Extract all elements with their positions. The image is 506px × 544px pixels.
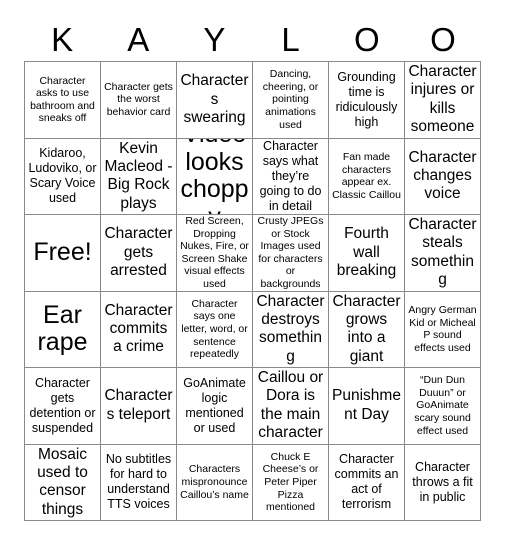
bingo-cell[interactable]: No subtitles for hard to understand TTS …	[101, 444, 177, 521]
bingo-cell-label: Angry German Kid or Micheal P sound effe…	[408, 304, 477, 354]
bingo-cell-label: No subtitles for hard to understand TTS …	[105, 452, 172, 512]
bingo-cell[interactable]: Kevin Macleod - Big Rock plays	[101, 138, 177, 215]
bingo-cell-label: Fan made characters appear ex. Classic C…	[332, 151, 401, 201]
bingo-cell-label: Caillou or Dora is the main character	[257, 369, 324, 442]
bingo-header-letter-4: O	[353, 21, 380, 58]
bingo-cell[interactable]: Chuck E Cheese’s or Peter Piper Pizza me…	[253, 444, 329, 521]
bingo-cell[interactable]: Character gets arrested	[101, 215, 177, 292]
bingo-header-letter-1: A	[127, 21, 150, 58]
bingo-cell[interactable]: Character says one letter, word, or sent…	[177, 291, 253, 368]
bingo-cell-label: Crusty JPEGs or Stock Images used for ch…	[257, 215, 324, 290]
bingo-cell[interactable]: Character commits an act of terrorism	[329, 444, 405, 521]
bingo-cell[interactable]: “Dun Dun Duuun” or GoAnimate scary sound…	[405, 368, 481, 445]
bingo-cell-label: Characters mispronounce Caillou’s name	[180, 463, 249, 501]
bingo-cell[interactable]: Ear rape	[25, 291, 101, 368]
bingo-cell[interactable]: Character grows into a giant	[329, 291, 405, 368]
bingo-cell-label: Character commits a crime	[104, 301, 173, 356]
bingo-cell[interactable]: Punishment Day	[329, 368, 405, 445]
bingo-cell-label: GoAnimate logic mentioned or used	[183, 375, 246, 435]
bingo-cell[interactable]: Mosaic used to censor things	[25, 444, 101, 521]
bingo-cell-label: Kidaroo, Ludoviko, or Scary Voice used	[28, 146, 97, 206]
bingo-cell[interactable]: Fan made characters appear ex. Classic C…	[329, 138, 405, 215]
bingo-cell-label: Character gets detention or suspended	[29, 375, 96, 435]
bingo-cell-label: Character injures or kills someone	[408, 63, 477, 136]
bingo-cell-label: Dancing, cheering, or pointing animation…	[262, 68, 319, 131]
bingo-cell[interactable]: Red Screen, Dropping Nukes, Fire, or Scr…	[177, 215, 253, 292]
bingo-cell-label: Character commits an act of terrorism	[334, 452, 399, 512]
bingo-cell-label: Kevin Macleod - Big Rock plays	[104, 139, 173, 212]
bingo-grid: Character asks to use bathroom and sneak…	[24, 61, 481, 521]
bingo-cell[interactable]: Character says what they’re going to do …	[253, 138, 329, 215]
bingo-cell[interactable]: Grounding time is ridiculously high	[329, 62, 405, 139]
bingo-cell-label: Mosaic used to censor things	[37, 445, 88, 518]
bingo-cell-label: Character says one letter, word, or sent…	[181, 297, 248, 361]
bingo-cell[interactable]: Character changes voice	[405, 138, 481, 215]
bingo-cell[interactable]: Character throws a fit in public	[405, 444, 481, 521]
bingo-cell[interactable]: Character asks to use bathroom and sneak…	[25, 62, 101, 139]
bingo-cell-label: Character throws a fit in public	[412, 459, 473, 504]
bingo-cell[interactable]: Angry German Kid or Micheal P sound effe…	[405, 291, 481, 368]
bingo-cell[interactable]: Character steals something	[405, 215, 481, 292]
bingo-cell[interactable]: Dancing, cheering, or pointing animation…	[253, 62, 329, 139]
bingo-cell-label: Grounding time is ridiculously high	[335, 69, 398, 129]
bingo-cell[interactable]: Video looks choppy	[177, 138, 253, 215]
bingo-cell-label: Character steals something	[408, 216, 477, 289]
bingo-cell-label: Video looks choppy	[180, 139, 249, 215]
bingo-cell-label: Character grows into a giant	[332, 292, 401, 365]
bingo-cell-label: Red Screen, Dropping Nukes, Fire, or Scr…	[180, 215, 249, 290]
bingo-cell-label: “Dun Dun Duuun” or GoAnimate scary sound…	[414, 374, 471, 437]
bingo-cell[interactable]: Crusty JPEGs or Stock Images used for ch…	[253, 215, 329, 292]
bingo-cell-label: Character says what they’re going to do …	[259, 138, 322, 213]
bingo-card-page: K A Y L O O Character asks to use bathroom an…	[0, 0, 506, 544]
bingo-cell-label: Character gets the worst behavior card	[104, 80, 173, 119]
bingo-cell[interactable]: Character destroys something	[253, 291, 329, 368]
bingo-cell[interactable]: Character gets detention or suspended	[25, 368, 101, 445]
bingo-cell-label: Character changes voice	[408, 148, 477, 203]
bingo-cell-label: Character destroys something	[256, 292, 325, 365]
bingo-header-letter-3: L	[281, 21, 300, 58]
bingo-header-letter-2: Y	[203, 21, 226, 58]
bingo-cell[interactable]: Characters mispronounce Caillou’s name	[177, 444, 253, 521]
bingo-cell-label: Free!	[33, 238, 92, 266]
bingo-cell[interactable]: Character injures or kills someone	[405, 62, 481, 139]
bingo-cell[interactable]: Caillou or Dora is the main character	[253, 368, 329, 445]
bingo-cell[interactable]: Characters swearing	[177, 62, 253, 139]
bingo-cell[interactable]: Kidaroo, Ludoviko, or Scary Voice used	[25, 138, 101, 215]
bingo-header-letters: KAYLOO	[24, 18, 481, 61]
bingo-cell[interactable]: GoAnimate logic mentioned or used	[177, 368, 253, 445]
bingo-header-letter-5: O	[430, 21, 456, 58]
bingo-header-letter-0: K	[51, 21, 74, 58]
bingo-cell-label: Character asks to use bathroom and sneak…	[30, 74, 95, 125]
bingo-cell[interactable]: Character commits a crime	[101, 291, 177, 368]
bingo-cell-label: Punishment Day	[332, 387, 401, 423]
bingo-cell-label: Character gets arrested	[104, 225, 173, 279]
bingo-cell[interactable]: Fourth wall breaking	[329, 215, 405, 292]
bingo-cell[interactable]: Free!	[25, 215, 101, 292]
bingo-cell-label: Characters teleport	[104, 387, 173, 423]
bingo-cell[interactable]: Characters teleport	[101, 368, 177, 445]
bingo-cell-label: Fourth wall breaking	[336, 225, 397, 279]
bingo-cell-label: Chuck E Cheese’s or Peter Piper Pizza me…	[262, 450, 319, 514]
bingo-cell-label: Ear rape	[37, 300, 88, 357]
bingo-cell-label: Characters swearing	[180, 72, 249, 126]
bingo-cell[interactable]: Character gets the worst behavior card	[101, 62, 177, 139]
